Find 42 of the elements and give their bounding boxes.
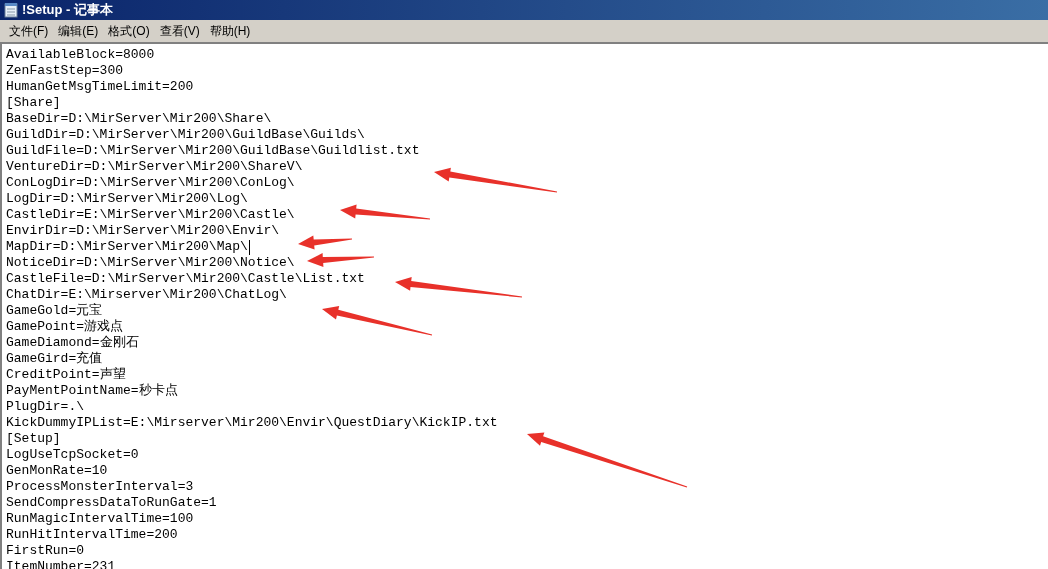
text-line: MapDir=D:\MirServer\Mir200\Map\ <box>6 239 248 255</box>
text-line: RunMagicIntervalTime=100 <box>6 511 194 527</box>
menu-item[interactable]: 文件(F) <box>4 21 54 40</box>
text-line: SendCompressDataToRunGate=1 <box>6 495 217 511</box>
text-line: PayMentPointName=秒卡点 <box>6 383 178 399</box>
text-line: [Share] <box>6 95 61 111</box>
text-line: LogDir=D:\MirServer\Mir200\Log\ <box>6 191 248 207</box>
text-line: PlugDir=.\ <box>6 399 84 415</box>
text-line: GameDiamond=金刚石 <box>6 335 139 351</box>
text-line: GuildDir=D:\MirServer\Mir200\GuildBase\Guilds\ <box>6 127 365 143</box>
menu-item[interactable]: 查看(V) <box>154 21 205 40</box>
text-line: LogUseTcpSocket=0 <box>6 447 139 463</box>
text-line: BaseDir=D:\MirServer\Mir200\Share\ <box>6 111 272 127</box>
notepad-icon <box>4 2 18 18</box>
menu-item[interactable]: 格式(O) <box>103 21 155 40</box>
text-line: RunHitIntervalTime=200 <box>6 527 178 543</box>
text-line: CreditPoint=声望 <box>6 367 126 383</box>
text-line: FirstRun=0 <box>6 543 84 559</box>
text-line: ChatDir=E:\Mirserver\Mir200\ChatLog\ <box>6 287 287 303</box>
text-line: ZenFastStep=300 <box>6 63 124 79</box>
text-line: VentureDir=D:\MirServer\Mir200\ShareV\ <box>6 159 303 175</box>
annotation-arrow <box>298 235 352 250</box>
text-line: GameGird=充值 <box>6 351 103 367</box>
menu-item[interactable]: 编辑(E) <box>53 21 104 40</box>
text-line: KickDummyIPList=E:\Mirserver\Mir200\Envir\QuestDiary\KickIP.txt <box>6 415 498 431</box>
text-line: HumanGetMsgTimeLimit=200 <box>6 79 194 95</box>
text-line: CastleFile=D:\MirServer\Mir200\Castle\List.txt <box>6 271 365 287</box>
text-cursor <box>248 239 250 255</box>
text-line: [Setup] <box>6 431 61 447</box>
annotation-arrow <box>307 253 374 267</box>
window-title: !Setup - 记事本 <box>22 1 113 20</box>
text-line: GameGold=元宝 <box>6 303 103 319</box>
text-line: ConLogDir=D:\MirServer\Mir200\ConLog\ <box>6 175 295 191</box>
text-line: NoticeDir=D:\MirServer\Mir200\Notice\ <box>6 255 295 271</box>
menu-item[interactable]: 帮助(H) <box>204 21 256 40</box>
text-line: GenMonRate=10 <box>6 463 108 479</box>
text-line: ProcessMonsterInterval=3 <box>6 479 194 495</box>
text-line: CastleDir=E:\MirServer\Mir200\Castle\ <box>6 207 295 223</box>
text-line: EnvirDir=D:\MirServer\Mir200\Envir\ <box>6 223 280 239</box>
text-line: GamePoint=游戏点 <box>6 319 123 335</box>
text-line: AvailableBlock=8000 <box>6 47 155 63</box>
text-line: GuildFile=D:\MirServer\Mir200\GuildBase\Guildlist.txt <box>6 143 420 159</box>
